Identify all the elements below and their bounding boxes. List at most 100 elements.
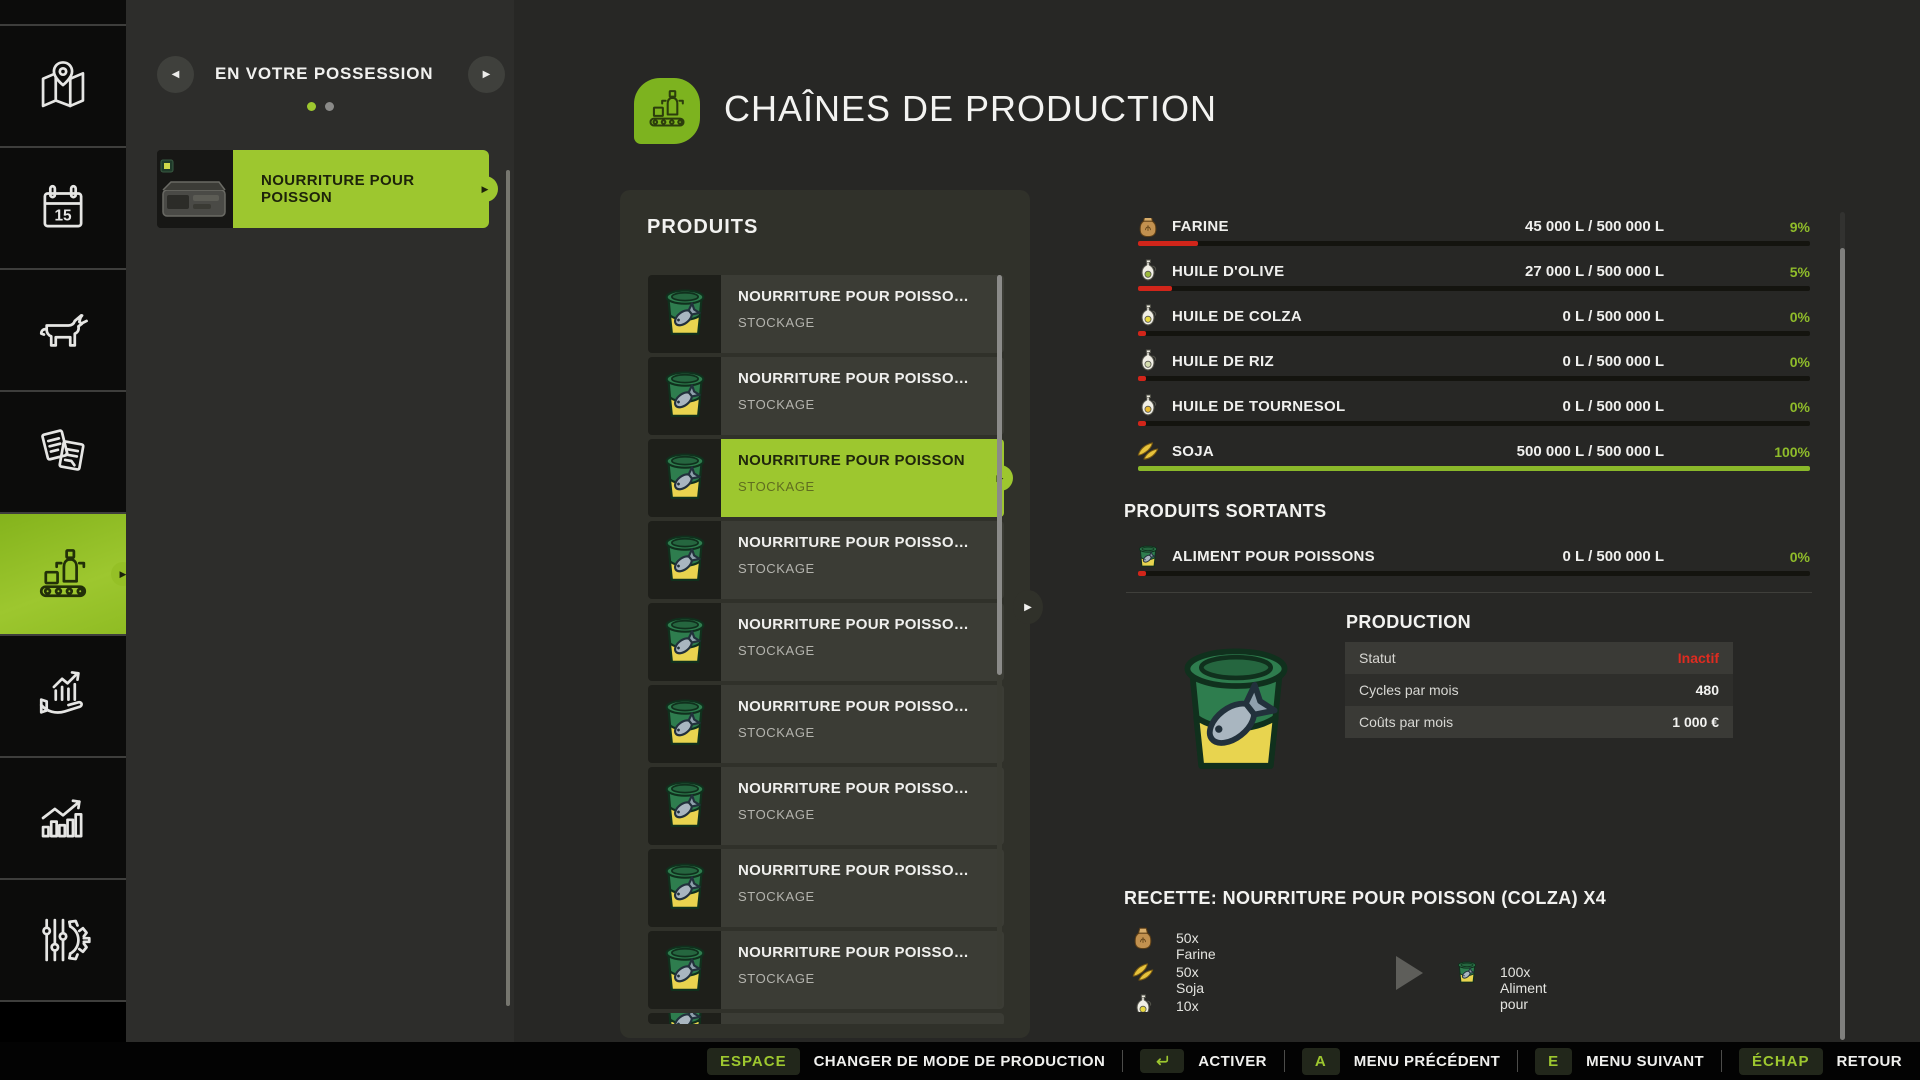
product-list-item[interactable]: NOURRITURE POUR POISSONSTOCKAGE▶ [648, 439, 1004, 517]
product-list-item[interactable]: NOURRITURE POUR POISSO…STOCKAGE [648, 275, 1004, 353]
sidebar-item-statistics[interactable] [0, 756, 126, 878]
storage-progress-bar [1138, 331, 1810, 336]
sidebar-item-calendar[interactable]: 15 [0, 146, 126, 268]
hint-separator [1284, 1050, 1285, 1072]
product-item-subtitle: STOCKAGE [738, 643, 1004, 658]
product-item-body: NOURRITURE POUR POISSO…STOCKAGE [721, 521, 1004, 599]
hint-label: MENU PRÉCÉDENT [1354, 1053, 1500, 1070]
storage-row-percent: 0% [1740, 309, 1810, 325]
soybean-icon [1135, 438, 1161, 464]
storage-row-value: 45 000 L / 500 000 L [1525, 218, 1664, 235]
product-item-thumb [648, 767, 721, 845]
storage-progress-fill [1138, 421, 1146, 426]
storage-row-percent: 9% [1740, 219, 1810, 235]
storage-row-percent: 0% [1740, 399, 1810, 415]
possession-item[interactable]: NOURRITURE POUR POISSON▶ [157, 150, 489, 228]
product-item-subtitle: STOCKAGE [738, 725, 1004, 740]
product-list-item[interactable]: NOURRITURE POUR POISSO…STOCKAGE [648, 521, 1004, 599]
key-hint-activer[interactable]: ACTIVER [1140, 1049, 1267, 1073]
storage-row: ALIMENT POUR POISSONS0 L / 500 000 L0% [1124, 535, 1814, 580]
storage-row-value: 27 000 L / 500 000 L [1525, 263, 1664, 280]
sidebar-item-finances[interactable] [0, 634, 126, 756]
sidebar: 15 ▶ [0, 0, 126, 1080]
possession-next-button[interactable]: ▶ [468, 56, 505, 93]
product-item-subtitle: STOCKAGE [738, 397, 1004, 412]
products-scrollbar-thumb[interactable] [997, 275, 1002, 675]
storage-row-value: 0 L / 500 000 L [1563, 308, 1664, 325]
product-item-body: NOURRITURE POUR POISSO… STOCKAGE [721, 931, 1004, 1009]
product-list-item[interactable]: NOURRITURE POUR POISSO…STOCKAGE [648, 603, 1004, 681]
product-item-subtitle: STOCKAGE [738, 807, 1004, 822]
storage-row-percent: 5% [1740, 264, 1810, 280]
fish-food-bucket-icon [1454, 959, 1480, 985]
key-label: E [1535, 1048, 1572, 1075]
key-hint-retour[interactable]: ÉCHAPRETOUR [1739, 1048, 1902, 1075]
storage-row: FARINE45 000 L / 500 000 L9% [1124, 218, 1814, 250]
outgoing-title: PRODUITS SORTANTS [1124, 501, 1326, 522]
product-item-subtitle: STOCKAGE [738, 889, 1004, 904]
outgoing-list: ALIMENT POUR POISSONS0 L / 500 000 L0% [1124, 535, 1814, 580]
sidebar-spacer [0, 0, 126, 24]
possession-scrollbar[interactable] [506, 170, 510, 1006]
possession-prev-button[interactable]: ◀ [157, 56, 194, 93]
arrow-left-icon: ◀ [172, 69, 180, 80]
recipe-output-label: 100x Aliment pour poissons [1500, 964, 1555, 1012]
product-item-thumb [648, 685, 721, 763]
products-scrollbar[interactable] [997, 275, 1002, 1007]
production-stat-value: 1 000 € [1672, 714, 1719, 730]
sidebar-item-production[interactable]: ▶ [0, 512, 126, 634]
product-item-thumb [648, 1013, 721, 1024]
storage-progress-bar [1138, 571, 1810, 576]
finances-icon [34, 667, 92, 725]
settings-icon [34, 911, 92, 969]
calendar-icon: 15 [34, 179, 92, 237]
storage-progress-fill [1138, 571, 1146, 576]
storage-row-percent: 100% [1740, 444, 1810, 460]
details-scrollbar[interactable] [1840, 212, 1845, 1040]
product-list-item[interactable]: NOURRITURE POUR POISSO…STOCKAGE [648, 767, 1004, 845]
product-item-body: NOURRITURE POUR POISSO…STOCKAGE [721, 357, 1004, 435]
product-list-item[interactable]: NOURRITURE POUR POISSO… STOCKAGE [648, 685, 1004, 763]
recipe-input-label: 50x Farine [1176, 930, 1216, 962]
product-item-thumb [648, 521, 721, 599]
fish-food-bucket-icon [657, 694, 713, 755]
storage-progress-bar [1138, 376, 1810, 381]
key-label: A [1302, 1048, 1340, 1075]
possession-panel: ◀ EN VOTRE POSSESSION ▶ NOURRITURE POUR … [126, 0, 514, 1080]
hint-label: CHANGER DE MODE DE PRODUCTION [814, 1053, 1106, 1070]
sidebar-item-contracts[interactable] [0, 390, 126, 512]
product-list-item[interactable]: NOURRITURE POUR POISSO… STOCKAGE [648, 931, 1004, 1009]
fish-food-bucket-icon [657, 940, 713, 1001]
oil-jug-colza-icon [1135, 303, 1161, 329]
sidebar-item-map[interactable] [0, 24, 126, 146]
key-hint-menu-suivant[interactable]: EMENU SUIVANT [1535, 1048, 1704, 1075]
panel-expand-button[interactable]: ▶ [1013, 590, 1043, 624]
product-item-subtitle: STOCKAGE [738, 315, 1004, 330]
products-panel-title: PRODUITS [647, 216, 758, 239]
recipe-arrow-icon [1396, 956, 1423, 990]
oil-jug-sunflower-icon [1135, 393, 1161, 419]
oil-jug-colza-icon [1130, 993, 1156, 1012]
product-item-title: NOURRITURE POUR POISSO… [738, 534, 1004, 551]
sidebar-item-settings[interactable] [0, 878, 126, 1002]
sidebar-item-animals[interactable] [0, 268, 126, 390]
product-item-title: NOURRITURE POUR POISSO… [738, 698, 1004, 715]
product-item-thumb [648, 931, 721, 1009]
storage-row-value: 0 L / 500 000 L [1563, 353, 1664, 370]
product-item-thumb [648, 357, 721, 435]
details-scrollbar-thumb[interactable] [1840, 248, 1845, 1040]
recipe-input-label: 10x Huile de colza [1176, 998, 1209, 1012]
product-list-item[interactable]: NOURRITURE POUR POISSO…STOCKAGE [648, 357, 1004, 435]
key-hint-menu-pr-c-dent[interactable]: A MENU PRÉCÉDENT [1302, 1048, 1500, 1075]
product-item-title: NOURRITURE POUR POISSO… [738, 944, 1004, 961]
product-item-subtitle: STOCKAGE [738, 971, 1004, 986]
key-hint-changer-de-mode-de-production[interactable]: ESPACECHANGER DE MODE DE PRODUCTION [707, 1048, 1105, 1075]
product-item-subtitle: STOCKAGE [738, 479, 1004, 494]
production-stat-row: StatutInactif [1345, 642, 1733, 674]
production-details: FARINE45 000 L / 500 000 L9%HUILE D'OLIV… [1124, 0, 1814, 1012]
product-list-item[interactable]: NOURRITURE POUR POISSO…STOCKAGE [648, 1013, 1004, 1024]
fish-food-bucket-icon [657, 448, 713, 509]
selected-item-arrow-icon: ▶ [472, 176, 498, 202]
fish-food-bucket-icon [1135, 543, 1161, 569]
product-list-item[interactable]: NOURRITURE POUR POISSO…STOCKAGE [648, 849, 1004, 927]
